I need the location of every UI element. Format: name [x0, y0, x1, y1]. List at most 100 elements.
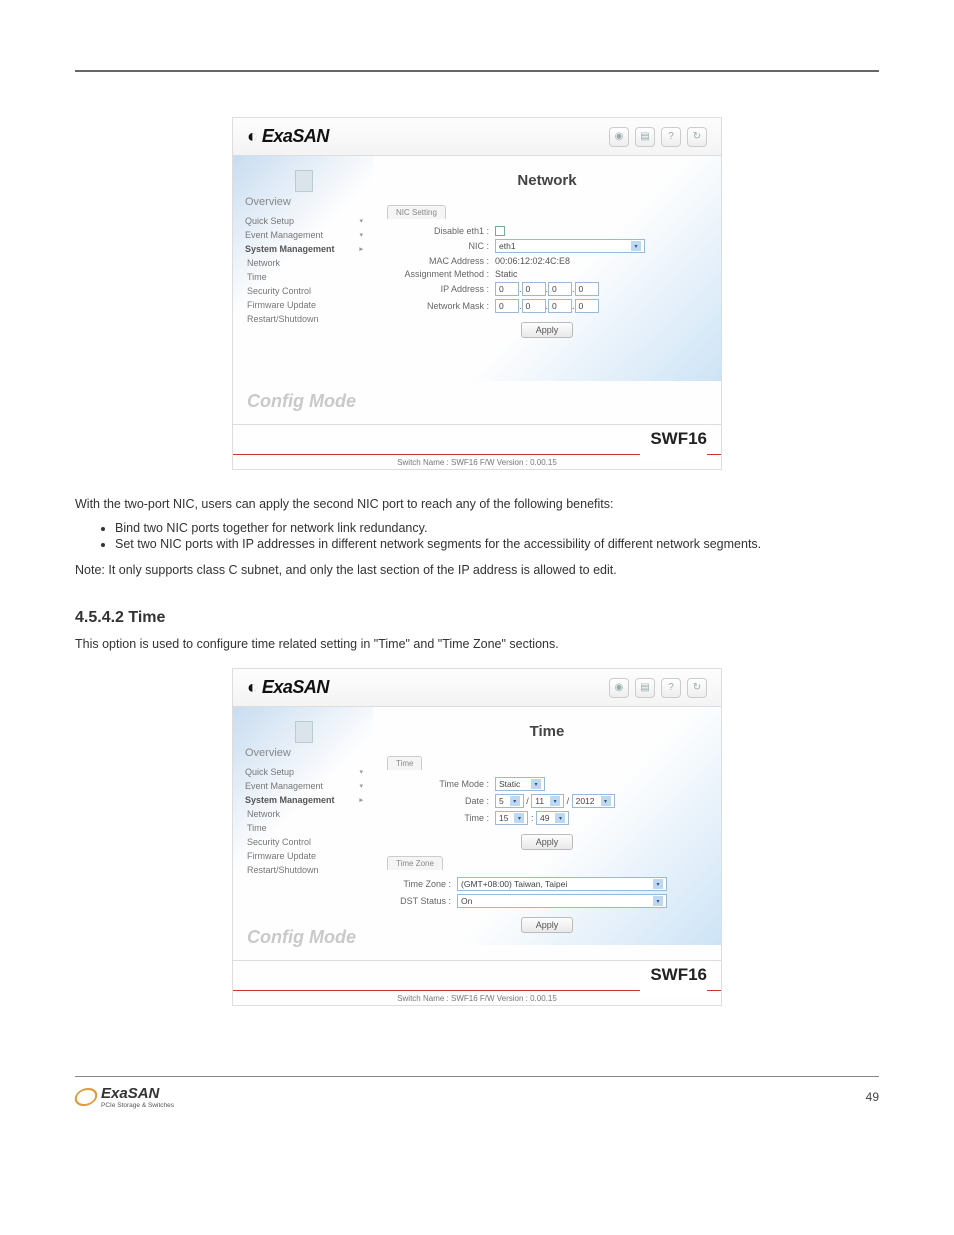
time-mode-select[interactable]: Static▾ — [495, 777, 545, 791]
disable-eth1-checkbox[interactable] — [495, 226, 505, 236]
brand-logo: ◐ ExaSAN — [247, 677, 329, 698]
overview-label[interactable]: Overview — [245, 196, 363, 208]
sidebar-item-event-management[interactable]: Event Management▾ — [245, 228, 363, 242]
sidebar-item-system-management[interactable]: System Management▸ — [245, 242, 363, 256]
chevron-down-icon: ▾ — [531, 779, 541, 789]
overview-icon — [295, 721, 313, 743]
chevron-down-icon: ▾ — [359, 782, 363, 790]
time-minute-select[interactable]: 49▾ — [536, 811, 569, 825]
ip-octet-3[interactable]: 0 — [548, 282, 572, 296]
sidebar-item-quick-setup[interactable]: Quick Setup▾ — [245, 765, 363, 779]
sidebar-item-time[interactable]: Time — [245, 270, 363, 284]
sidebar-item-security-control[interactable]: Security Control — [245, 835, 363, 849]
sidebar-item-firmware-update[interactable]: Firmware Update — [245, 298, 363, 312]
list-item: Set two NIC ports with IP addresses in d… — [115, 537, 879, 551]
mac-value: 00:06:12:02:4C:E8 — [495, 256, 570, 266]
chevron-down-icon: ▾ — [514, 813, 524, 823]
chevron-right-icon: ▸ — [359, 245, 363, 253]
sidebar-item-time[interactable]: Time — [245, 821, 363, 835]
benefit-list: Bind two NIC ports together for network … — [115, 521, 879, 551]
sidebar-item-security-control[interactable]: Security Control — [245, 284, 363, 298]
chevron-right-icon: ▸ — [359, 796, 363, 804]
model-label: SWF16 — [640, 965, 707, 997]
sidebar-item-system-management[interactable]: System Management▸ — [245, 793, 363, 807]
assign-method-value: Static — [495, 269, 518, 279]
doc-icon[interactable]: ▤ — [635, 678, 655, 698]
page-title: Network — [387, 172, 707, 189]
refresh-icon[interactable]: ↻ — [687, 127, 707, 147]
page-title: Time — [387, 723, 707, 740]
date-day-select[interactable]: 11▾ — [531, 794, 564, 808]
main-pane: Time Time Time Mode :Static▾ Date : 5▾ /… — [373, 707, 721, 945]
overview-icon — [295, 170, 313, 192]
chevron-down-icon: ▾ — [359, 231, 363, 239]
ip-octet-2[interactable]: 0 — [522, 282, 546, 296]
time-label: Time : — [387, 813, 495, 823]
apply-button[interactable]: Apply — [521, 834, 574, 850]
network-screenshot: ◐ ExaSAN ◉ ▤ ? ↻ Overview Quick Setup▾ E… — [232, 117, 722, 470]
time-intro-paragraph: This option is used to configure time re… — [75, 635, 879, 653]
tab-time[interactable]: Time — [387, 756, 422, 770]
app-header: ◐ ExaSAN ◉ ▤ ? ↻ — [233, 118, 721, 156]
apply-button[interactable]: Apply — [521, 917, 574, 933]
chevron-down-icon: ▾ — [653, 896, 663, 906]
mask-octet-3[interactable]: 0 — [548, 299, 572, 313]
dst-status-select[interactable]: On▾ — [457, 894, 667, 908]
sidebar-item-network[interactable]: Network — [245, 807, 363, 821]
section-heading-time: 4.5.4.2 Time — [75, 609, 879, 627]
date-month-select[interactable]: 5▾ — [495, 794, 524, 808]
sidebar-item-restart-shutdown[interactable]: Restart/Shutdown — [245, 312, 363, 326]
page-footer: ExaSAN PCIe Storage & Switches 49 — [75, 1076, 879, 1139]
date-year-select[interactable]: 2012▾ — [572, 794, 615, 808]
nic-select[interactable]: eth1▾ — [495, 239, 645, 253]
chevron-down-icon: ▾ — [510, 796, 520, 806]
disable-eth1-label: Disable eth1 : — [387, 226, 495, 236]
chevron-down-icon: ▾ — [631, 241, 641, 251]
mask-octet-2[interactable]: 0 — [522, 299, 546, 313]
overview-label[interactable]: Overview — [245, 747, 363, 759]
refresh-icon[interactable]: ↻ — [687, 678, 707, 698]
network-mask-label: Network Mask : — [387, 301, 495, 311]
eye-icon[interactable]: ◉ — [609, 127, 629, 147]
chevron-down-icon: ▾ — [550, 796, 560, 806]
note-paragraph: Note: It only supports class C subnet, a… — [75, 561, 879, 579]
list-item: Bind two NIC ports together for network … — [115, 521, 879, 535]
ip-octet-4[interactable]: 0 — [575, 282, 599, 296]
ring-icon — [73, 1088, 100, 1106]
mask-octet-4[interactable]: 0 — [575, 299, 599, 313]
mask-octet-1[interactable]: 0 — [495, 299, 519, 313]
page-number: 49 — [866, 1090, 879, 1104]
sidebar-item-restart-shutdown[interactable]: Restart/Shutdown — [245, 863, 363, 877]
help-icon[interactable]: ? — [661, 678, 681, 698]
config-mode-label: Config Mode — [233, 381, 721, 424]
chevron-down-icon: ▾ — [359, 768, 363, 776]
tab-nic-setting[interactable]: NIC Setting — [387, 205, 446, 219]
help-icon[interactable]: ? — [661, 127, 681, 147]
tab-time-zone[interactable]: Time Zone — [387, 856, 443, 870]
nic-label: NIC : — [387, 241, 495, 251]
time-zone-label: Time Zone : — [387, 879, 457, 889]
sidebar: Overview Quick Setup▾ Event Management▾ … — [233, 156, 373, 381]
time-hour-select[interactable]: 15▾ — [495, 811, 528, 825]
ip-address-label: IP Address : — [387, 284, 495, 294]
mac-label: MAC Address : — [387, 256, 495, 266]
chevron-down-icon: ▾ — [653, 879, 663, 889]
network-intro-paragraph: With the two-port NIC, users can apply t… — [75, 495, 879, 513]
ip-octet-1[interactable]: 0 — [495, 282, 519, 296]
sidebar-item-event-management[interactable]: Event Management▾ — [245, 779, 363, 793]
sidebar-item-network[interactable]: Network — [245, 256, 363, 270]
app-header: ◐ ExaSAN ◉ ▤ ? ↻ — [233, 669, 721, 707]
time-mode-label: Time Mode : — [387, 779, 495, 789]
eye-icon[interactable]: ◉ — [609, 678, 629, 698]
time-screenshot: ◐ ExaSAN ◉ ▤ ? ↻ Overview Quick Setup▾ E… — [232, 668, 722, 1006]
sidebar-item-firmware-update[interactable]: Firmware Update — [245, 849, 363, 863]
doc-icon[interactable]: ▤ — [635, 127, 655, 147]
dst-status-label: DST Status : — [387, 896, 457, 906]
chevron-down-icon: ▾ — [555, 813, 565, 823]
time-zone-select[interactable]: (GMT+08:00) Taiwan, Taipei▾ — [457, 877, 667, 891]
model-label: SWF16 — [640, 429, 707, 461]
date-label: Date : — [387, 796, 495, 806]
chevron-down-icon: ▾ — [601, 796, 611, 806]
apply-button[interactable]: Apply — [521, 322, 574, 338]
sidebar-item-quick-setup[interactable]: Quick Setup▾ — [245, 214, 363, 228]
